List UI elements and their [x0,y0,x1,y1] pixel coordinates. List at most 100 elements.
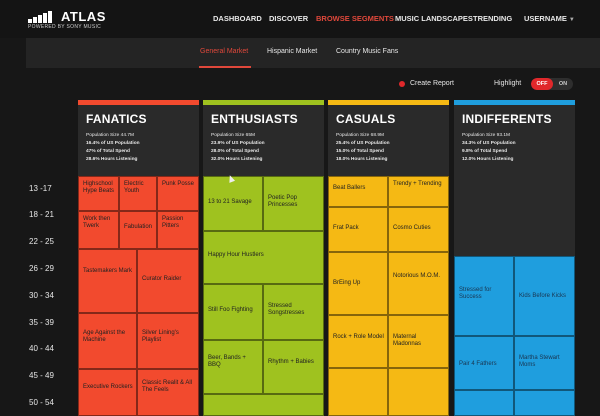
segment-cell[interactable]: Executive Rockers [78,369,137,416]
age-label: 45 - 49 [29,371,54,380]
age-label: 26 - 29 [29,264,54,273]
username-label: USERNAME [524,14,567,23]
segment-cell[interactable]: Electric Youth [119,176,157,211]
highlight-toggle[interactable]: OFF ON [531,78,573,90]
segment-cell[interactable]: Notorious M.O.M. [388,252,449,315]
stat-population: Population Size 68.9M [336,133,384,138]
segment-cell[interactable]: Highschool Hype Beats [78,176,119,211]
segment-cell[interactable]: Passion Pitters [157,211,199,249]
segment-cell[interactable]: Frat Pack [328,207,388,252]
stat-us-population: 16.4% of US Population [86,141,140,146]
age-label: 30 - 34 [29,291,54,300]
segment-cell[interactable]: Kids Before Kicks [514,256,575,336]
segment-cell[interactable]: Maternal Madonnas [388,315,449,368]
toggle-off[interactable]: OFF [531,78,553,90]
segment-cell[interactable]: Stressed Songstresses [263,284,324,340]
segment-cell[interactable] [328,368,388,416]
segment-color-bar [203,100,324,105]
segment-grid: Highschool Hype Beats Electric Youth Pun… [78,176,199,416]
segment-grid: 13 to 21 Savage Poetic Pop Princesses Ha… [203,176,324,416]
atlas-logo[interactable]: ATLAS POWERED BY SONY MUSIC [28,9,118,31]
segment-cell[interactable]: Fabulation [119,211,157,249]
segment-cell[interactable]: Rock + Role Model [328,315,388,368]
age-label: 35 - 39 [29,318,54,327]
logo-text: ATLAS [61,9,106,24]
segment-cell[interactable] [454,390,514,416]
active-tab-indicator [199,66,251,68]
segment-fanatics[interactable]: FANATICS Population Size 44.7M 16.4% of … [78,100,199,416]
segment-color-bar [328,100,449,105]
chevron-down-icon: ▼ [568,17,575,23]
logo-subtitle: POWERED BY SONY MUSIC [28,24,102,30]
stat-population: Population Size 65M [211,133,255,138]
stat-hours-listening: 28.6% Hours Listening [86,157,138,162]
segment-grid: Stressed for Success Kids Before Kicks P… [454,256,575,416]
stat-us-population: 34.3% of US Population [462,141,516,146]
segment-cell[interactable]: Still Foo Fighting [203,284,263,340]
page: { "app": { "logo_text": "ATLAS", "logo_s… [0,0,600,416]
segment-cell[interactable]: Tastemakers Mark [78,249,137,313]
segment-cell[interactable]: Beat Ballers [328,176,388,207]
segment-color-bar [78,100,199,105]
segment-cell[interactable]: BrEing Up [328,252,388,315]
segment-indifferents[interactable]: INDIFFERENTS Population Size 93.1M 34.3%… [454,100,575,416]
market-tabs: General Market Hispanic Market Country M… [26,38,600,68]
segment-cell[interactable]: Beer, Bands + BBQ [203,340,263,394]
segment-cell[interactable]: Work then Twerk [78,211,119,249]
highlight-label: Highlight [494,80,522,87]
segment-title: INDIFFERENTS [462,112,552,126]
segment-cell[interactable]: Happy Hour Hustlers [203,231,324,284]
segment-cell[interactable]: Stressed for Success [454,256,514,336]
segment-cell[interactable]: Martha Stewart Moms [514,336,575,390]
segment-cell[interactable] [514,390,575,416]
stat-hours-listening: 12.0% Hours Listening [462,157,514,162]
user-menu[interactable]: USERNAME ▼ [524,14,575,23]
segment-cell[interactable]: Curator Raider [137,249,199,313]
segment-cell[interactable]: Rhythm + Babies [263,340,324,394]
age-label: 18 - 21 [29,210,54,219]
tab-country-music-fans[interactable]: Country Music Fans [336,48,398,55]
stat-total-spend: 15.0% of Total Spend [336,149,384,154]
nav-trending[interactable]: TRENDING [473,14,512,23]
stat-us-population: 23.9% of US Population [211,141,265,146]
segment-cell[interactable] [388,368,449,416]
segment-grid: Beat Ballers Trendy + Trending Frat Pack… [328,176,449,416]
segment-color-bar [454,100,575,105]
tab-hispanic-market[interactable]: Hispanic Market [267,48,317,55]
nav-music-landscapes[interactable]: MUSIC LANDSCAPES [395,14,473,23]
record-icon [399,81,405,87]
segment-cell[interactable]: Pair 4 Fathers [454,336,514,390]
nav-dashboard[interactable]: DASHBOARD [213,14,262,23]
create-report-button[interactable]: Create Report [410,80,454,87]
segment-cell[interactable]: Poetic Pop Princesses [263,176,324,231]
segment-cell[interactable]: Classic Realit & All The Feels [137,369,199,416]
segment-title: FANATICS [86,112,147,126]
stat-hours-listening: 32.0% Hours Listening [211,157,263,162]
segment-cell[interactable]: Age Against the Machine [78,313,137,369]
segment-cell[interactable] [203,394,324,416]
top-nav: ATLAS POWERED BY SONY MUSIC DASHBOARD DI… [0,0,600,38]
age-label: 40 - 44 [29,344,54,353]
age-label: 50 - 54 [29,398,54,407]
segment-title: ENTHUSIASTS [211,112,298,126]
stat-hours-listening: 18.0% Hours Listening [336,157,388,162]
segment-cell[interactable]: Silver Lining's Playlist [137,313,199,369]
stat-total-spend: 28.0% of Total Spend [211,149,259,154]
segment-casuals[interactable]: CASUALS Population Size 68.9M 25.4% of U… [328,100,449,416]
segment-cell[interactable]: Punk Posse [157,176,199,211]
segment-cell[interactable]: 13 to 21 Savage [203,176,263,231]
nav-discover[interactable]: DISCOVER [269,14,308,23]
stat-us-population: 25.4% of US Population [336,141,390,146]
stat-population: Population Size 44.7M [86,133,134,138]
segment-enthusiasts[interactable]: ENTHUSIASTS Population Size 65M 23.9% of… [203,100,324,416]
segment-title: CASUALS [336,112,396,126]
nav-browse-segments[interactable]: BROWSE SEGMENTS [316,14,394,23]
age-label: 22 - 25 [29,237,54,246]
segment-cell[interactable]: Trendy + Trending [388,176,449,207]
tab-general-market[interactable]: General Market [200,48,248,55]
stat-total-spend: 9.8% of Total Spend [462,149,508,154]
stat-total-spend: 47% of Total Spend [86,149,130,154]
age-label: 13 -17 [29,184,52,193]
segment-cell[interactable]: Cosmo Cuties [388,207,449,252]
toggle-on[interactable]: ON [553,78,573,90]
